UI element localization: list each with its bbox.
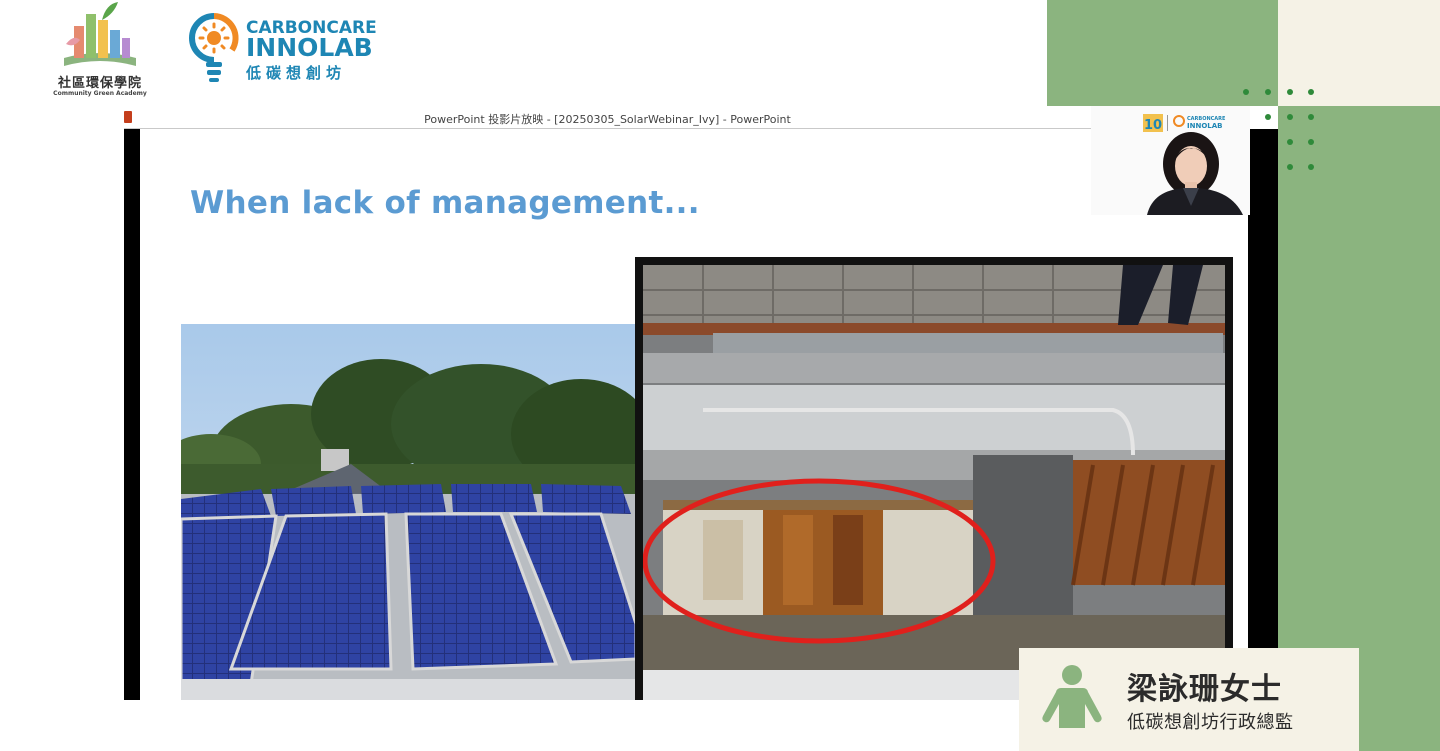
- academy-name-en: Community Green Academy: [53, 90, 147, 97]
- slide-heading: When lack of management...: [190, 185, 700, 221]
- webcam-logo-number: 10: [1144, 118, 1162, 133]
- presenter-video: 10 CARBONCARE INNOLAB: [1091, 106, 1250, 215]
- person-icon: [1042, 665, 1102, 728]
- rusted-equipment-photo: [635, 257, 1233, 700]
- carboncare-innolab-logo: CARBONCARE INNOLAB 低碳想創坊: [186, 12, 377, 86]
- academy-name-zh: 社區環保學院: [57, 76, 142, 91]
- slide[interactable]: When lack of management...: [140, 129, 1248, 700]
- speaker-webcam[interactable]: 10 CARBONCARE INNOLAB: [1091, 106, 1250, 215]
- speaker-name-card: 梁詠珊女士 低碳想創坊行政總監: [1019, 648, 1359, 751]
- speaker-job-title: 低碳想創坊行政總監: [1127, 712, 1294, 733]
- window-title: PowerPoint 投影片放映 - [20250305_SolarWebina…: [424, 113, 791, 126]
- solar-panels-photo: [181, 324, 636, 700]
- community-green-academy-logo: 社區環保學院 Community Green Academy: [44, 0, 156, 100]
- speaker-name: 梁詠珊女士: [1127, 672, 1282, 707]
- innolab-line2: INNOLAB: [246, 33, 373, 62]
- lightbulb-sun-icon: [189, 13, 239, 82]
- svg-text:INNOLAB: INNOLAB: [1187, 122, 1223, 130]
- innolab-name-zh: 低碳想創坊: [246, 64, 347, 82]
- powerpoint-title-bar[interactable]: PowerPoint 投影片放映 - [20250305_SolarWebina…: [124, 108, 1091, 129]
- academy-building-icon: [64, 2, 136, 66]
